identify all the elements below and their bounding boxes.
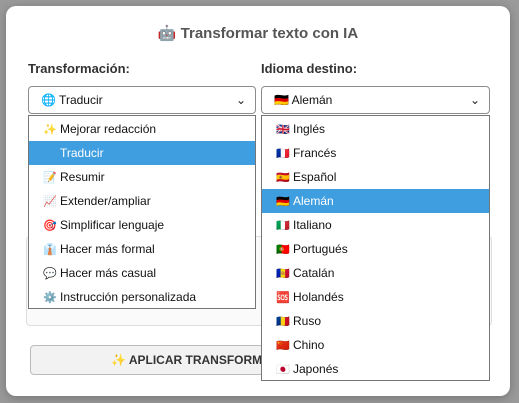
transform-option[interactable]: 🎯 Simplificar lenguaje — [29, 213, 255, 237]
transform-option-icon: 📈 — [43, 196, 57, 208]
transform-option-label: Extender/ampliar — [60, 194, 151, 208]
language-option-icon: 🆘 — [276, 292, 290, 304]
transform-option-label: Simplificar lenguaje — [60, 218, 165, 232]
transform-option-label: Traducir — [60, 146, 104, 160]
language-option-label: Francés — [293, 146, 337, 160]
language-option-icon: 🇬🇧 — [276, 124, 290, 136]
language-option-icon: 🇯🇵 — [276, 364, 290, 376]
language-option-label: Chino — [293, 338, 325, 352]
transform-option[interactable]: ✨ Mejorar redacción — [29, 117, 255, 141]
language-option-icon: 🇪🇸 — [276, 172, 290, 184]
language-label: Idioma destino: — [261, 61, 358, 76]
transform-option-label: Resumir — [60, 170, 105, 184]
language-select[interactable]: 🇩🇪 Alemán ⌄ — [261, 86, 490, 114]
language-option[interactable]: 🇩🇪 Alemán — [262, 189, 489, 213]
transform-option-label: Hacer más formal — [60, 242, 155, 256]
language-option-label: Portugués — [293, 242, 348, 256]
transform-label: Transformación: — [28, 61, 130, 76]
chevron-down-icon: ⌄ — [235, 93, 246, 107]
language-option-icon: 🇨🇳 — [276, 340, 290, 352]
language-option-label: Japonés — [293, 362, 339, 376]
transform-option-label: Instrucción personalizada — [60, 290, 197, 304]
transform-option[interactable]: ⚙️ Instrucción personalizada — [29, 285, 255, 309]
transform-dropdown[interactable]: ✨ Mejorar redacción Traducir 📝 Resumir 📈 Exten… — [28, 115, 256, 309]
language-option[interactable]: 🆘 Holandés — [262, 285, 489, 309]
transform-option-icon: ✨ — [43, 124, 57, 136]
language-option-label: Inglés — [293, 122, 326, 136]
transform-option-icon: ⚙️ — [43, 292, 57, 304]
language-option-label: Italiano — [293, 218, 332, 232]
transform-option-icon: 🎯 — [43, 220, 57, 232]
transform-option[interactable]: 👔 Hacer más formal — [29, 237, 255, 261]
transform-option-label: Hacer más casual — [60, 266, 157, 280]
language-option-label: Alemán — [293, 194, 334, 208]
language-option-label: Catalán — [293, 266, 335, 280]
language-option-icon: 🇵🇹 — [276, 244, 290, 256]
language-option-icon: 🇮🇹 — [276, 220, 290, 232]
language-option-icon: 🇷🇴 — [276, 316, 290, 328]
chevron-down-icon: ⌄ — [469, 93, 480, 107]
language-option-label: Holandés — [293, 290, 344, 304]
language-option-label: Ruso — [293, 314, 322, 328]
language-option[interactable]: 🇷🇴 Ruso — [262, 309, 489, 333]
transform-option-label: Mejorar redacción — [60, 122, 157, 136]
language-option[interactable]: 🇯🇵 Japonés — [262, 357, 489, 381]
language-option[interactable]: 🇬🇧 Inglés — [262, 117, 489, 141]
transform-option[interactable]: Traducir — [29, 141, 255, 165]
transform-option-icon: 📝 — [43, 172, 57, 184]
language-option[interactable]: 🇮🇹 Italiano — [262, 213, 489, 237]
language-option-icon: 🇩🇪 — [276, 196, 290, 208]
language-select-value: 🇩🇪 Alemán — [274, 93, 333, 107]
language-option-icon: 🇦🇩 — [276, 268, 290, 280]
language-option[interactable]: 🇫🇷 Francés — [262, 141, 489, 165]
language-option[interactable]: 🇪🇸 Español — [262, 165, 489, 189]
transform-option[interactable]: 💬 Hacer más casual — [29, 261, 255, 285]
language-option[interactable]: 🇦🇩 Catalán — [262, 261, 489, 285]
transform-select[interactable]: 🌐 Traducir ⌄ — [28, 86, 256, 114]
language-option[interactable]: 🇨🇳 Chino — [262, 333, 489, 357]
language-option-icon: 🇫🇷 — [276, 148, 290, 160]
language-dropdown[interactable]: 🇬🇧 Inglés 🇫🇷 Francés 🇪🇸 Español 🇩🇪 Alemán 🇮🇹 Ital… — [261, 115, 490, 381]
transform-option-icon: 💬 — [43, 268, 57, 280]
transform-option[interactable]: 📝 Resumir — [29, 165, 255, 189]
transform-option[interactable]: 📈 Extender/ampliar — [29, 189, 255, 213]
language-option-label: Español — [293, 170, 337, 184]
transform-option-icon: 👔 — [43, 244, 57, 256]
language-option[interactable]: 🇵🇹 Portugués — [262, 237, 489, 261]
dialog-title: 🤖 Transformar texto con IA — [157, 25, 359, 42]
transform-select-value: 🌐 Traducir — [41, 93, 103, 107]
